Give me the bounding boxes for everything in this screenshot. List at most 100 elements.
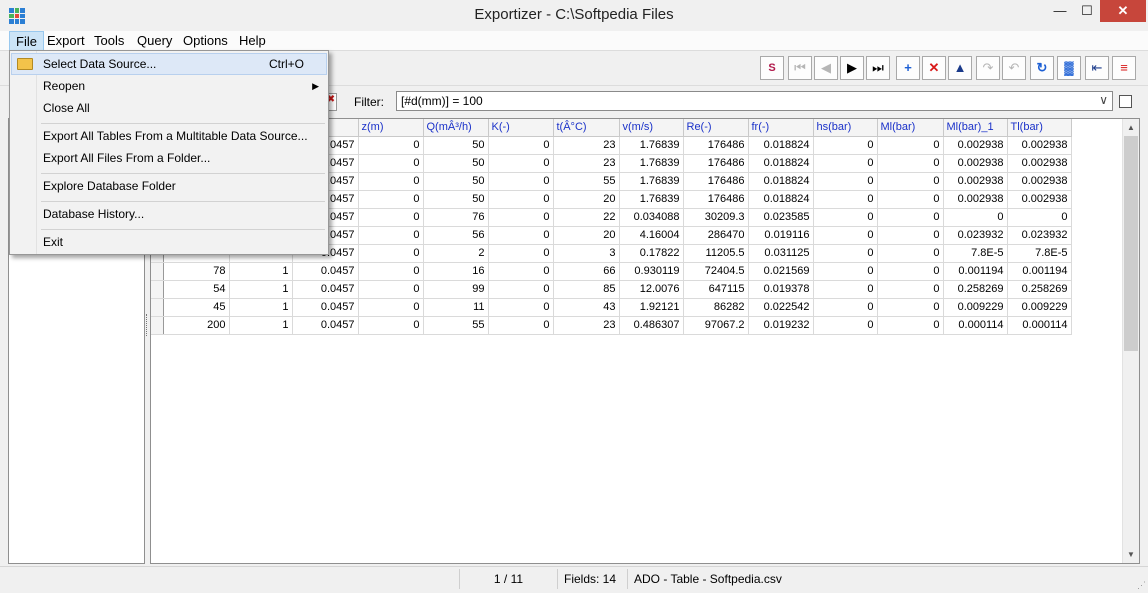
column-header-hs[interactable]: hs(bar) [813, 119, 878, 137]
table-cell[interactable]: 0.021569 [748, 262, 814, 281]
table-cell[interactable]: 76 [423, 208, 489, 227]
table-cell[interactable]: 72404.5 [683, 262, 749, 281]
table-cell[interactable]: 0.009229 [1007, 298, 1072, 317]
table-cell[interactable]: 0 [877, 172, 944, 191]
table-cell[interactable]: 0 [813, 262, 878, 281]
table-cell[interactable]: 0 [358, 298, 424, 317]
column-header-k[interactable]: K(-) [488, 119, 554, 137]
edit-record-button[interactable]: ▲ [948, 56, 972, 80]
table-row[interactable]: 200 1 0.0457 0 55 0 23 0.486307 97067.2 0.019232 0… [151, 316, 1072, 335]
table-cell[interactable]: 0.002938 [943, 172, 1008, 191]
table-cell[interactable]: 286470 [683, 226, 749, 245]
table-cell[interactable]: 0.002938 [943, 190, 1008, 209]
table-cell[interactable]: 0.486307 [619, 316, 684, 335]
table-cell[interactable]: 0 [488, 244, 554, 263]
table-cell[interactable]: 1 [229, 298, 293, 317]
column-header-ml[interactable]: Ml(bar) [877, 119, 944, 137]
table-cell[interactable]: 0 [813, 154, 878, 173]
filter-enable-checkbox[interactable] [1119, 95, 1132, 108]
table-cell[interactable]: 0 [813, 172, 878, 191]
table-cell[interactable]: 0 [488, 226, 554, 245]
table-cell[interactable]: 0.002938 [1007, 172, 1072, 191]
column-header-fr[interactable]: fr(-) [748, 119, 814, 137]
column-header-tl[interactable]: Tl(bar) [1007, 119, 1072, 137]
menu-item-export-all-tables[interactable]: Export All Tables From a Multitable Data… [11, 125, 327, 147]
table-cell[interactable]: 0 [358, 136, 424, 155]
table-cell[interactable]: 3 [553, 244, 620, 263]
table-cell[interactable]: 0 [488, 154, 554, 173]
table-cell[interactable]: 0 [813, 226, 878, 245]
column-header-z[interactable]: z(m) [358, 119, 424, 137]
table-cell[interactable]: 50 [423, 136, 489, 155]
table-cell[interactable]: 0.031125 [748, 244, 814, 263]
table-cell[interactable]: 0.009229 [943, 298, 1008, 317]
table-cell[interactable]: 0.002938 [943, 136, 1008, 155]
table-cell[interactable]: 1.76839 [619, 136, 684, 155]
table-cell[interactable]: 0 [488, 190, 554, 209]
table-cell[interactable]: 0 [813, 136, 878, 155]
table-cell[interactable]: 97067.2 [683, 316, 749, 335]
table-cell[interactable]: 54 [163, 280, 230, 299]
table-cell[interactable]: 0 [877, 298, 944, 317]
table-cell[interactable]: 0.023932 [943, 226, 1008, 245]
table-cell[interactable]: 23 [553, 154, 620, 173]
table-cell[interactable]: 85 [553, 280, 620, 299]
next-record-button[interactable]: ▶ [840, 56, 864, 80]
table-cell[interactable]: 1 [229, 316, 293, 335]
table-cell[interactable]: 647115 [683, 280, 749, 299]
table-cell[interactable]: 0.002938 [1007, 154, 1072, 173]
table-cell[interactable]: 0 [488, 136, 554, 155]
table-cell[interactable]: 0 [877, 136, 944, 155]
table-cell[interactable]: 20 [553, 226, 620, 245]
table-cell[interactable]: 0 [358, 172, 424, 191]
vertical-scrollbar[interactable]: ▲ ▼ [1122, 119, 1139, 563]
first-record-button[interactable]: ⏮ [788, 56, 812, 80]
table-cell[interactable]: 0.019232 [748, 316, 814, 335]
prior-record-button[interactable]: ◀ [814, 56, 838, 80]
maximize-button[interactable]: ☐ [1073, 0, 1101, 22]
import-export-button[interactable]: ⇤ [1085, 56, 1109, 80]
grid-view-button[interactable]: ▓ [1057, 56, 1081, 80]
table-row[interactable]: 54 1 0.0457 0 99 0 85 12.0076 647115 0.019378 0 0 0.… [151, 280, 1072, 299]
table-cell[interactable]: 0.0457 [292, 298, 359, 317]
table-cell[interactable]: 16 [423, 262, 489, 281]
resize-grip-icon[interactable]: ⋰ [1137, 580, 1146, 591]
table-cell[interactable]: 0.258269 [943, 280, 1008, 299]
table-cell[interactable]: 0.019378 [748, 280, 814, 299]
table-cell[interactable]: 0.002938 [1007, 136, 1072, 155]
table-cell[interactable]: 99 [423, 280, 489, 299]
table-cell[interactable]: 56 [423, 226, 489, 245]
table-cell[interactable]: 0 [813, 244, 878, 263]
column-header-v[interactable]: v(m/s) [619, 119, 684, 137]
table-cell[interactable]: 43 [553, 298, 620, 317]
menu-item-reopen[interactable]: Reopen ▶ [11, 75, 327, 97]
table-cell[interactable]: 0.018824 [748, 172, 814, 191]
minimize-button[interactable]: — [1046, 0, 1074, 22]
table-cell[interactable]: 0 [813, 298, 878, 317]
column-header-ml-1[interactable]: Ml(bar)_1 [943, 119, 1008, 137]
column-header-q[interactable]: Q(mÂ³/h) [423, 119, 489, 137]
table-cell[interactable]: 50 [423, 154, 489, 173]
table-cell[interactable]: 0 [358, 226, 424, 245]
table-cell[interactable]: 0 [358, 316, 424, 335]
table-cell[interactable]: 1 [229, 262, 293, 281]
table-row[interactable]: 78 1 0.0457 0 16 0 66 0.930119 72404.5 0.021569 0 0… [151, 262, 1072, 281]
table-cell[interactable]: 0 [877, 226, 944, 245]
table-cell[interactable]: 0.018824 [748, 190, 814, 209]
sql-query-button[interactable]: S [760, 56, 784, 80]
table-cell[interactable]: 0 [877, 280, 944, 299]
table-cell[interactable]: 0.000114 [943, 316, 1008, 335]
table-cell[interactable]: 0 [813, 280, 878, 299]
table-cell[interactable]: 0.022542 [748, 298, 814, 317]
table-cell[interactable]: 7.8E-5 [943, 244, 1008, 263]
table-cell[interactable]: 0 [358, 154, 424, 173]
table-cell[interactable]: 0 [877, 262, 944, 281]
filter-input[interactable]: [#d(mm)] = 100 ∨ [396, 91, 1113, 111]
table-cell[interactable]: 0.17822 [619, 244, 684, 263]
table-cell[interactable]: 0.0457 [292, 280, 359, 299]
menu-item-select-data-source[interactable]: Select Data Source... Ctrl+O [11, 53, 327, 75]
table-cell[interactable]: 55 [553, 172, 620, 191]
table-cell[interactable]: 0 [813, 208, 878, 227]
table-cell[interactable]: 11 [423, 298, 489, 317]
table-cell[interactable]: 50 [423, 190, 489, 209]
